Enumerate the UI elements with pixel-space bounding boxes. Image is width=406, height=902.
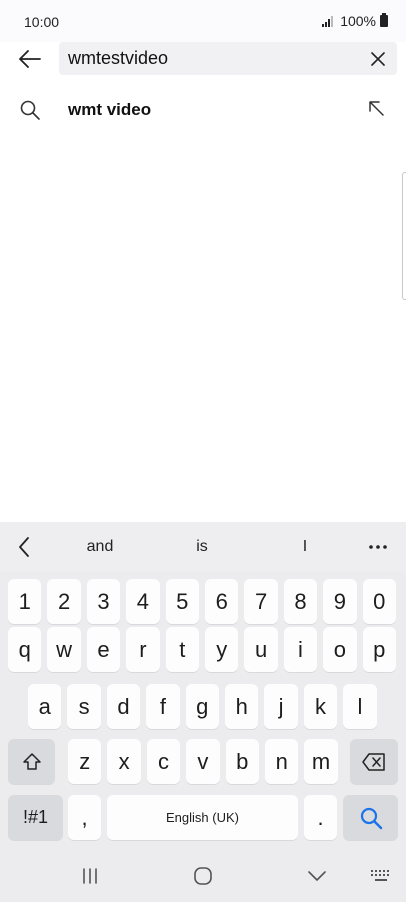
chevron-left-icon [19,537,29,557]
prediction-back-button[interactable] [12,534,36,560]
key-3[interactable]: 3 [86,579,121,624]
arrow-left-icon [19,50,41,68]
battery-icon [380,13,388,27]
scroll-handle[interactable] [402,172,406,300]
prediction-word[interactable]: is [196,538,208,556]
key-c[interactable]: c [146,739,181,784]
home-icon [194,867,212,885]
shift-icon [22,752,41,770]
suggestion-item[interactable]: wmt video [0,90,406,130]
key-7[interactable]: 7 [244,579,278,624]
battery-percent: 100% [340,13,376,29]
key-a[interactable]: a [28,684,62,729]
key-j[interactable]: j [264,684,298,729]
prediction-bar: and is I [0,522,406,572]
comma-key[interactable]: , [68,795,101,840]
key-k[interactable]: k [303,684,338,729]
key-v[interactable]: v [186,739,220,784]
key-9[interactable]: 9 [323,579,357,624]
keyboard-switch-button[interactable] [366,864,396,888]
key-x[interactable]: x [107,739,141,784]
status-indicators: 100% [322,13,388,29]
signal-icon [322,16,334,27]
keyboard: and is I 1234567890 qwertyuiop asdfghjkl… [0,522,406,902]
key-l[interactable]: l [343,684,377,729]
keyboard-icon [371,870,389,881]
key-8[interactable]: 8 [283,579,318,624]
key-0[interactable]: 0 [362,579,396,624]
status-bar: 10:00 100% [0,0,406,42]
backspace-key[interactable] [350,739,398,784]
key-u[interactable]: u [244,627,278,672]
search-icon [360,807,382,829]
key-6[interactable]: 6 [205,579,239,624]
backspace-icon [362,752,385,771]
key-o[interactable]: o [323,627,357,672]
search-box [59,42,397,75]
key-5[interactable]: 5 [165,579,199,624]
key-d[interactable]: d [106,684,141,729]
navigation-bar [0,850,406,902]
key-z[interactable]: z [68,739,102,784]
key-1[interactable]: 1 [8,579,42,624]
key-s[interactable]: s [67,684,101,729]
key-g[interactable]: g [185,684,219,729]
search-input[interactable] [68,42,358,75]
search-action-key[interactable] [343,795,398,840]
key-y[interactable]: y [205,627,239,672]
key-w[interactable]: w [47,627,81,672]
recent-apps-button[interactable] [75,864,105,888]
search-icon [20,100,40,120]
key-f[interactable]: f [146,684,180,729]
recent-apps-icon [83,868,97,884]
key-b[interactable]: b [225,739,259,784]
key-n[interactable]: n [265,739,299,784]
key-i[interactable]: i [283,627,318,672]
status-time: 10:00 [24,14,60,30]
key-q[interactable]: q [8,627,42,672]
more-options-button[interactable] [364,534,392,560]
home-button[interactable] [188,864,218,888]
hide-keyboard-button[interactable] [302,864,332,888]
key-t[interactable]: t [165,627,199,672]
clear-search-button[interactable] [365,46,391,72]
key-e[interactable]: e [86,627,121,672]
chevron-down-icon [308,871,326,881]
key-r[interactable]: r [126,627,160,672]
more-horizontal-icon [369,545,387,549]
search-header [0,42,406,76]
period-key[interactable]: . [304,795,337,840]
key-p[interactable]: p [362,627,396,672]
key-h[interactable]: h [225,684,259,729]
back-button[interactable] [12,44,48,74]
key-2[interactable]: 2 [47,579,81,624]
suggestion-text: wmt video [68,100,152,119]
key-4[interactable]: 4 [126,579,160,624]
arrow-up-left-icon [369,101,384,116]
key-m[interactable]: m [304,739,338,784]
shift-key[interactable] [8,739,55,784]
prediction-word[interactable]: and [87,538,114,556]
symbols-key[interactable]: !#1 [8,795,63,840]
space-key[interactable]: English (UK) [107,795,298,840]
fill-query-button[interactable] [364,96,388,120]
close-icon [371,52,385,66]
prediction-word[interactable]: I [303,538,307,556]
